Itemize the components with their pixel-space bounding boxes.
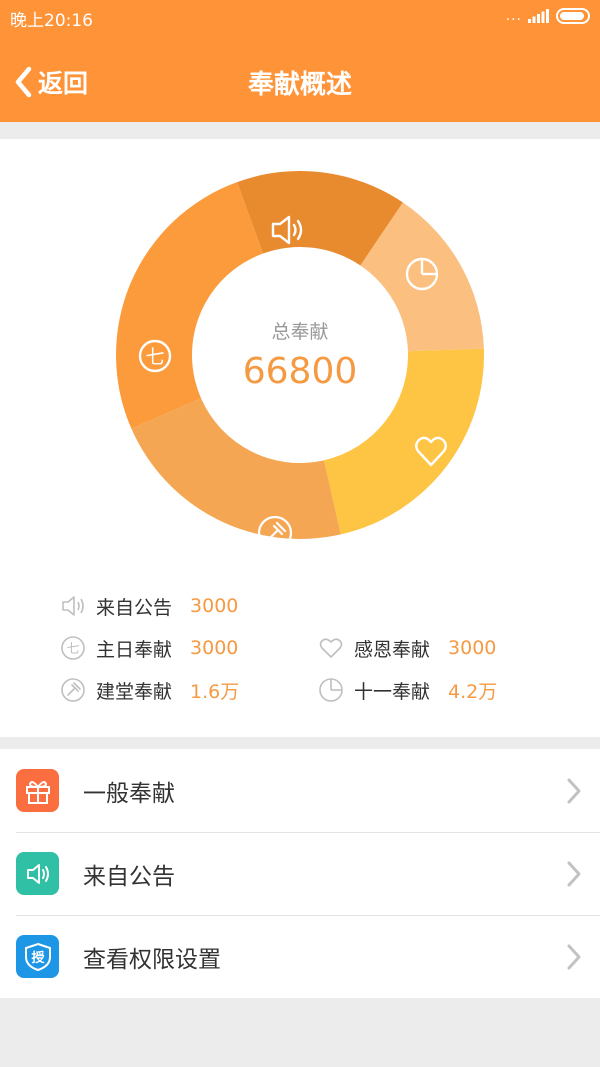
menu-item-general-offering[interactable]: 一般奉献 <box>0 749 600 832</box>
legend-value: 3000 <box>190 637 239 659</box>
menu-list: 一般奉献 来自公告 授 查看权限设置 <box>0 749 600 998</box>
chevron-right-icon <box>567 944 581 970</box>
more-dots: ... <box>505 8 522 24</box>
menu-item-permission-settings[interactable]: 授 查看权限设置 <box>0 915 600 998</box>
menu-item-label: 查看权限设置 <box>83 946 221 973</box>
legend-label: 感恩奉献 <box>354 638 431 661</box>
legend-label: 来自公告 <box>96 596 173 619</box>
legend-value: 3000 <box>448 637 497 659</box>
donut-segment-3 <box>131 398 341 539</box>
svg-text:七: 七 <box>145 346 164 368</box>
legend-item-thanksgiving: 感恩奉献 3000 <box>318 631 496 665</box>
svg-text:七: 七 <box>66 642 79 657</box>
page-title: 奉献概述 <box>247 70 352 100</box>
legend-value: 4.2万 <box>448 680 498 703</box>
status-bar: 晚上20:16 ... <box>0 0 600 36</box>
speaker-icon <box>62 596 84 616</box>
signal-icon <box>528 9 549 23</box>
authorize-badge-icon: 授 <box>16 935 59 978</box>
legend-label: 十一奉献 <box>354 680 431 703</box>
seven-icon: 七 <box>61 636 85 660</box>
legend-item-building: 建堂奉献 1.6万 <box>60 673 239 707</box>
status-time: 晚上20:16 <box>10 11 93 31</box>
legend-value: 1.6万 <box>190 680 240 703</box>
chevron-right-icon <box>567 778 581 804</box>
menu-item-announcement[interactable]: 来自公告 <box>0 832 600 915</box>
legend-value: 3000 <box>190 595 239 617</box>
speaker-icon <box>16 852 59 895</box>
menu-item-label: 来自公告 <box>83 863 175 890</box>
menu-item-label: 一般奉献 <box>83 780 175 807</box>
summary-card: 七 总奉献 66800 来自公告 3000 七 主日奉献 3000 感恩奉献 3… <box>0 139 600 737</box>
status-indicators: ... <box>506 8 590 24</box>
pie-icon <box>319 678 343 702</box>
app-header: 晚上20:16 ... 返回 奉献概述 <box>0 0 600 122</box>
total-label: 总奉献 <box>271 321 329 343</box>
legend-item-sunday: 七 主日奉献 3000 <box>60 631 238 665</box>
authorize-text: 授 <box>31 950 45 966</box>
total-value: 66800 <box>242 351 358 392</box>
legend-item-tithe: 十一奉献 4.2万 <box>318 673 497 707</box>
hammer-icon <box>61 678 85 702</box>
legend-item-announcement: 来自公告 3000 <box>60 589 238 623</box>
chevron-right-icon <box>567 861 581 887</box>
heart-icon <box>319 638 343 658</box>
battery-icon <box>556 8 590 24</box>
legend-label: 主日奉献 <box>96 638 173 661</box>
gift-icon <box>16 769 59 812</box>
legend-label: 建堂奉献 <box>96 680 173 703</box>
